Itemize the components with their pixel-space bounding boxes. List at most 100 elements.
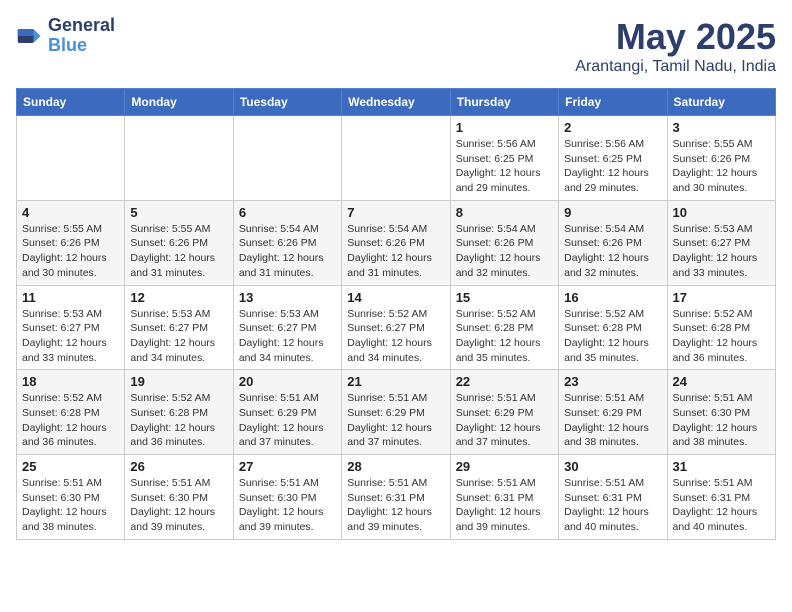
day-number: 14 [347,290,444,305]
calendar-day-cell: 15 Sunrise: 5:52 AM Sunset: 6:28 PM Dayli… [450,285,558,370]
calendar-day-cell: 29 Sunrise: 5:51 AM Sunset: 6:31 PM Dayli… [450,455,558,540]
day-number: 10 [673,205,770,220]
day-info: Sunrise: 5:54 AM Sunset: 6:26 PM Dayligh… [456,222,553,281]
day-number: 16 [564,290,661,305]
day-info: Sunrise: 5:52 AM Sunset: 6:28 PM Dayligh… [22,391,119,450]
day-number: 22 [456,374,553,389]
weekday-header-monday: Monday [125,89,233,116]
day-info: Sunrise: 5:52 AM Sunset: 6:27 PM Dayligh… [347,307,444,366]
calendar-day-cell: 4 Sunrise: 5:55 AM Sunset: 6:26 PM Daylig… [17,200,125,285]
day-number: 2 [564,120,661,135]
day-info: Sunrise: 5:52 AM Sunset: 6:28 PM Dayligh… [130,391,227,450]
calendar-day-cell: 28 Sunrise: 5:51 AM Sunset: 6:31 PM Dayli… [342,455,450,540]
day-number: 25 [22,459,119,474]
calendar-day-cell: 22 Sunrise: 5:51 AM Sunset: 6:29 PM Dayli… [450,370,558,455]
day-number: 11 [22,290,119,305]
day-info: Sunrise: 5:53 AM Sunset: 6:27 PM Dayligh… [22,307,119,366]
day-number: 6 [239,205,336,220]
calendar-day-cell: 9 Sunrise: 5:54 AM Sunset: 6:26 PM Daylig… [559,200,667,285]
calendar-day-cell: 18 Sunrise: 5:52 AM Sunset: 6:28 PM Dayli… [17,370,125,455]
empty-cell [17,116,125,201]
calendar-day-cell: 16 Sunrise: 5:52 AM Sunset: 6:28 PM Dayli… [559,285,667,370]
day-number: 27 [239,459,336,474]
day-info: Sunrise: 5:51 AM Sunset: 6:30 PM Dayligh… [239,476,336,535]
day-info: Sunrise: 5:55 AM Sunset: 6:26 PM Dayligh… [22,222,119,281]
day-number: 12 [130,290,227,305]
weekday-header-tuesday: Tuesday [233,89,341,116]
calendar-day-cell: 30 Sunrise: 5:51 AM Sunset: 6:31 PM Dayli… [559,455,667,540]
calendar-table: SundayMondayTuesdayWednesdayThursdayFrid… [16,88,776,540]
calendar-day-cell: 1Sunrise: 5:56 AM Sunset: 6:25 PM Daylig… [450,116,558,201]
logo-text: General Blue [48,16,115,56]
day-number: 3 [673,120,770,135]
day-info: Sunrise: 5:51 AM Sunset: 6:29 PM Dayligh… [239,391,336,450]
calendar-week-row: 11 Sunrise: 5:53 AM Sunset: 6:27 PM Dayli… [17,285,776,370]
day-number: 28 [347,459,444,474]
day-info: Sunrise: 5:51 AM Sunset: 6:31 PM Dayligh… [347,476,444,535]
day-info: Sunrise: 5:51 AM Sunset: 6:31 PM Dayligh… [456,476,553,535]
calendar-day-cell: 24 Sunrise: 5:51 AM Sunset: 6:30 PM Dayli… [667,370,775,455]
day-info: Sunrise: 5:52 AM Sunset: 6:28 PM Dayligh… [673,307,770,366]
calendar-day-cell: 31Sunrise: 5:51 AM Sunset: 6:31 PM Dayli… [667,455,775,540]
weekday-header-sunday: Sunday [17,89,125,116]
calendar-day-cell: 11 Sunrise: 5:53 AM Sunset: 6:27 PM Dayli… [17,285,125,370]
day-number: 17 [673,290,770,305]
day-number: 9 [564,205,661,220]
day-info: Sunrise: 5:55 AM Sunset: 6:26 PM Dayligh… [673,137,770,196]
day-number: 18 [22,374,119,389]
day-info: Sunrise: 5:51 AM Sunset: 6:29 PM Dayligh… [347,391,444,450]
day-info: Sunrise: 5:56 AM Sunset: 6:25 PM Dayligh… [456,137,553,196]
calendar-day-cell: 6Sunrise: 5:54 AM Sunset: 6:26 PM Daylig… [233,200,341,285]
weekday-header-thursday: Thursday [450,89,558,116]
day-number: 7 [347,205,444,220]
day-number: 26 [130,459,227,474]
calendar-day-cell: 27 Sunrise: 5:51 AM Sunset: 6:30 PM Dayli… [233,455,341,540]
day-info: Sunrise: 5:52 AM Sunset: 6:28 PM Dayligh… [456,307,553,366]
calendar-title: May 2025 [575,16,776,58]
day-number: 5 [130,205,227,220]
day-number: 8 [456,205,553,220]
day-number: 30 [564,459,661,474]
calendar-week-row: 25 Sunrise: 5:51 AM Sunset: 6:30 PM Dayli… [17,455,776,540]
day-info: Sunrise: 5:51 AM Sunset: 6:29 PM Dayligh… [456,391,553,450]
day-number: 29 [456,459,553,474]
calendar-day-cell: 7 Sunrise: 5:54 AM Sunset: 6:26 PM Daylig… [342,200,450,285]
day-number: 15 [456,290,553,305]
calendar-week-row: 4 Sunrise: 5:55 AM Sunset: 6:26 PM Daylig… [17,200,776,285]
day-info: Sunrise: 5:54 AM Sunset: 6:26 PM Dayligh… [347,222,444,281]
calendar-day-cell: 20 Sunrise: 5:51 AM Sunset: 6:29 PM Dayli… [233,370,341,455]
calendar-day-cell: 26Sunrise: 5:51 AM Sunset: 6:30 PM Dayli… [125,455,233,540]
day-info: Sunrise: 5:51 AM Sunset: 6:30 PM Dayligh… [673,391,770,450]
day-number: 23 [564,374,661,389]
calendar-day-cell: 17 Sunrise: 5:52 AM Sunset: 6:28 PM Dayli… [667,285,775,370]
calendar-day-cell: 21Sunrise: 5:51 AM Sunset: 6:29 PM Dayli… [342,370,450,455]
day-number: 4 [22,205,119,220]
day-number: 20 [239,374,336,389]
day-number: 13 [239,290,336,305]
calendar-day-cell: 14 Sunrise: 5:52 AM Sunset: 6:27 PM Dayli… [342,285,450,370]
title-section: May 2025 Arantangi, Tamil Nadu, India [575,16,776,76]
calendar-day-cell: 19Sunrise: 5:52 AM Sunset: 6:28 PM Dayli… [125,370,233,455]
day-info: Sunrise: 5:52 AM Sunset: 6:28 PM Dayligh… [564,307,661,366]
day-number: 31 [673,459,770,474]
calendar-day-cell: 12Sunrise: 5:53 AM Sunset: 6:27 PM Dayli… [125,285,233,370]
logo-icon [16,22,44,50]
calendar-subtitle: Arantangi, Tamil Nadu, India [575,58,776,76]
calendar-week-row: 18 Sunrise: 5:52 AM Sunset: 6:28 PM Dayli… [17,370,776,455]
day-info: Sunrise: 5:51 AM Sunset: 6:30 PM Dayligh… [22,476,119,535]
day-info: Sunrise: 5:53 AM Sunset: 6:27 PM Dayligh… [673,222,770,281]
day-number: 24 [673,374,770,389]
calendar-day-cell: 13Sunrise: 5:53 AM Sunset: 6:27 PM Dayli… [233,285,341,370]
day-info: Sunrise: 5:51 AM Sunset: 6:31 PM Dayligh… [564,476,661,535]
empty-cell [125,116,233,201]
day-info: Sunrise: 5:51 AM Sunset: 6:29 PM Dayligh… [564,391,661,450]
weekday-header-friday: Friday [559,89,667,116]
calendar-day-cell: 23 Sunrise: 5:51 AM Sunset: 6:29 PM Dayli… [559,370,667,455]
empty-cell [233,116,341,201]
calendar-week-row: 1Sunrise: 5:56 AM Sunset: 6:25 PM Daylig… [17,116,776,201]
calendar-day-cell: 25 Sunrise: 5:51 AM Sunset: 6:30 PM Dayli… [17,455,125,540]
calendar-day-cell: 2Sunrise: 5:56 AM Sunset: 6:25 PM Daylig… [559,116,667,201]
weekday-header-row: SundayMondayTuesdayWednesdayThursdayFrid… [17,89,776,116]
calendar-day-cell: 8 Sunrise: 5:54 AM Sunset: 6:26 PM Daylig… [450,200,558,285]
day-info: Sunrise: 5:54 AM Sunset: 6:26 PM Dayligh… [564,222,661,281]
